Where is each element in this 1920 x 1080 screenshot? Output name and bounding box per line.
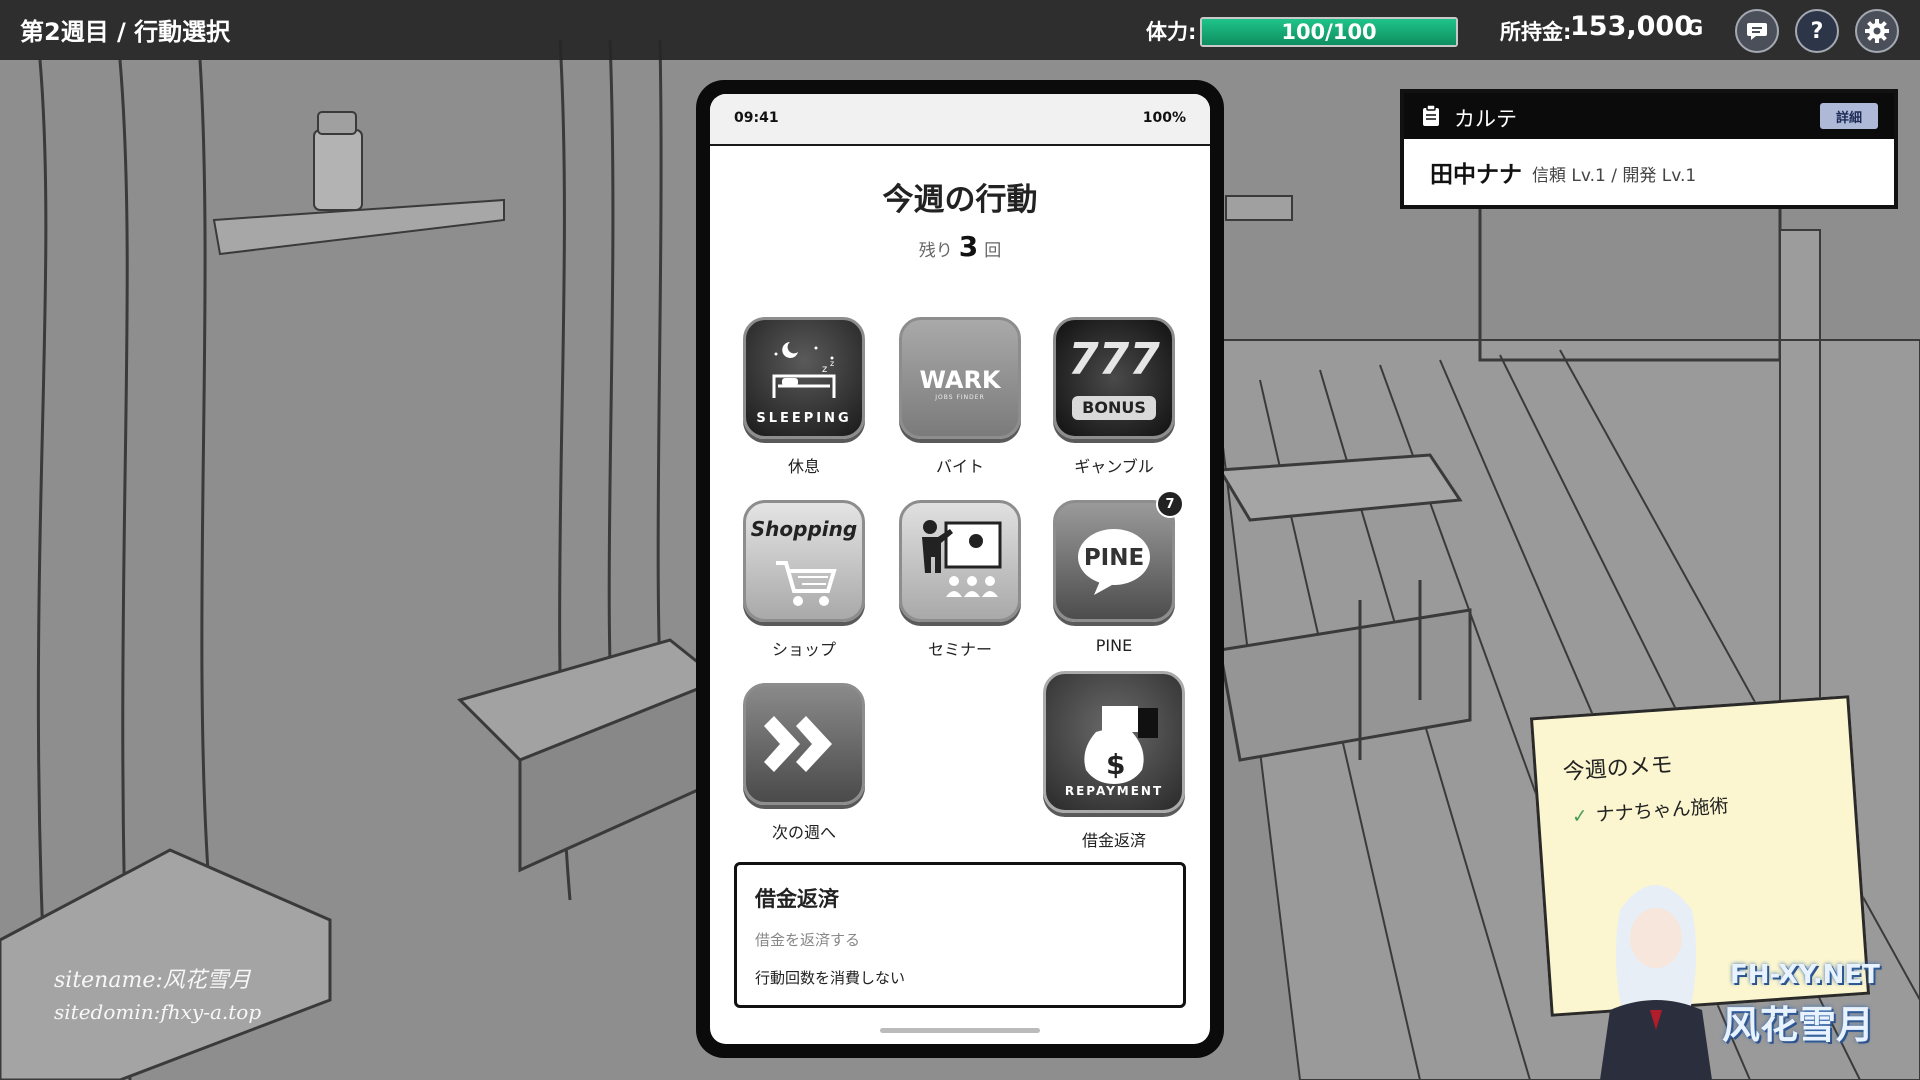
app-label: ギャンブル <box>1074 457 1154 476</box>
money-unit: G <box>1686 16 1704 40</box>
breadcrumb: 第2週目 / 行動選択 <box>20 18 231 46</box>
patient-name: 田中ナナ <box>1430 162 1522 188</box>
mascot-character <box>1600 885 1712 1080</box>
memo-item-text: ナナちゃん施術 <box>1595 794 1730 827</box>
app-label: 休息 <box>787 457 820 476</box>
logo-bottom-text: 风花雪月 <box>1722 1003 1875 1047</box>
chat-bubble-icon <box>1747 23 1767 40</box>
gear-icon <box>1865 19 1889 43</box>
app-shop[interactable]: Shopping ショップ <box>739 500 869 660</box>
karte-header: カルテ 詳細 <box>1404 93 1894 139</box>
chat-button[interactable] <box>1735 9 1779 53</box>
presenter-icon <box>922 520 1002 597</box>
money-value: 153,000 <box>1570 11 1693 42</box>
phone-battery: 100% <box>1142 110 1186 126</box>
watermark-domain: sitedomin:fhxy-a.top <box>54 1000 262 1024</box>
app-label: ショップ <box>771 640 836 659</box>
karte-title: カルテ <box>1454 107 1517 131</box>
app-label: 次の週へ <box>771 823 836 842</box>
app-label: セミナー <box>927 640 992 659</box>
patient-levels: 信頼 Lv.1 / 開発 Lv.1 <box>1532 166 1697 186</box>
app-gamble[interactable]: 777 BONUS ギャンブル <box>1049 317 1179 477</box>
money-bag-icon: $ REPAYMENT <box>1043 671 1185 813</box>
repayment-text: REPAYMENT <box>1064 784 1164 798</box>
app-next-week[interactable]: 次の週へ <box>739 683 869 843</box>
phone-status-bar: 09:41 100% <box>710 94 1210 146</box>
slot-icon: 777 BONUS <box>1053 317 1175 439</box>
app-pine[interactable]: PINE 7 PINE <box>1049 490 1184 655</box>
phone-clock: 09:41 <box>734 110 779 126</box>
app-repayment[interactable]: $ REPAYMENT 借金返済 <box>1039 671 1189 851</box>
svg-text:z: z <box>830 359 834 368</box>
money-label: 所持金: <box>1500 20 1572 44</box>
memo-title: 今週のメモ <box>1561 752 1674 786</box>
cart-icon <box>776 561 837 606</box>
wark-subtext: JOBS FINDER <box>935 394 985 401</box>
svg-text:$: $ <box>1106 748 1125 781</box>
stamina-label: 体力: <box>1146 20 1197 44</box>
sleeping-icon: z z SLEEPING <box>743 317 865 439</box>
bed-moon-icon: z z <box>772 342 836 398</box>
help-button[interactable]: ? <box>1795 9 1839 53</box>
double-chevron-icon <box>764 716 832 772</box>
bag-dollar-icon: $ <box>1084 706 1158 784</box>
shopping-cart-icon: Shopping <box>743 500 865 622</box>
remaining-suffix: 回 <box>984 241 1002 261</box>
shopping-text: Shopping <box>750 517 858 541</box>
wark-text: WARK <box>919 366 1001 394</box>
app-seminar[interactable]: セミナー <box>895 500 1025 660</box>
pine-text: PINE <box>1083 545 1145 571</box>
slot-777-text: 777 <box>1068 334 1160 385</box>
svg-text:z: z <box>822 364 827 375</box>
app-rest[interactable]: z z SLEEPING 休息 <box>739 317 869 477</box>
wark-icon: WARK JOBS FINDER <box>899 317 1021 439</box>
info-note: 行動回数を消費しない <box>755 969 906 987</box>
clipboard-icon <box>1423 105 1439 126</box>
app-label: バイト <box>935 457 984 476</box>
phone-screen: 09:41 100% 今週の行動 残り3回 z z SLEEPING 休息 <box>710 94 1210 1044</box>
info-title: 借金返済 <box>755 887 839 911</box>
detail-button[interactable]: 詳細 <box>1820 103 1878 129</box>
remaining-prefix: 残り <box>918 241 953 261</box>
pine-chat-icon: PINE <box>1053 500 1175 622</box>
app-parttime[interactable]: WARK JOBS FINDER バイト <box>895 317 1025 477</box>
sleeping-text: SLEEPING <box>756 411 852 426</box>
seminar-icon <box>899 500 1021 622</box>
remaining-actions: 残り 3 回 <box>710 230 1210 263</box>
screen-title: 今週の行動 <box>882 182 1038 218</box>
top-bar: 第2週目 / 行動選択 体力: 100/100 所持金: 153,000 G ? <box>0 0 1920 60</box>
phone-frame: 09:41 100% 今週の行動 残り3回 z z SLEEPING 休息 <box>696 80 1224 1058</box>
stamina-bar: 100/100 <box>1200 17 1458 47</box>
fast-forward-icon <box>743 683 865 805</box>
checkmark-icon: ✓ <box>1571 804 1589 828</box>
info-description: 借金を返済する <box>755 931 861 949</box>
watermark-sitename: sitename:风花雪月 <box>54 968 251 993</box>
notification-badge: 7 <box>1156 490 1184 518</box>
stamina-value: 100/100 <box>1281 20 1377 44</box>
settings-button[interactable] <box>1855 9 1899 53</box>
home-indicator[interactable] <box>880 1028 1040 1033</box>
logo-top-text: FH-XY.NET <box>1730 960 1880 990</box>
karte-panel: カルテ 詳細 田中ナナ 信頼 Lv.1 / 開発 Lv.1 <box>1400 89 1898 209</box>
question-icon: ? <box>1810 18 1824 44</box>
app-label: 借金返済 <box>1081 831 1146 850</box>
memo-item: ✓ ナナちゃん施術 <box>1571 791 1729 829</box>
bonus-text: BONUS <box>1072 396 1156 420</box>
remaining-count: 3 <box>958 230 979 263</box>
action-info-box: 借金返済 借金を返済する 行動回数を消費しない <box>734 862 1186 1008</box>
app-label: PINE <box>1095 636 1133 655</box>
